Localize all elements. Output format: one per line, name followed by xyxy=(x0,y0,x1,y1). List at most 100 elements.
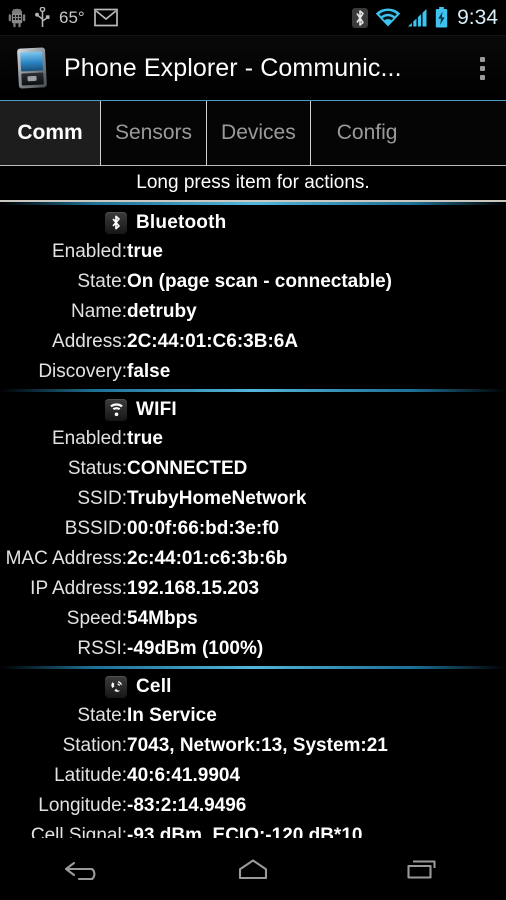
bluetooth-icon xyxy=(105,211,127,234)
wifi-signal-icon xyxy=(375,7,401,28)
overflow-menu-button[interactable] xyxy=(468,46,496,90)
cellular-signal-icon xyxy=(408,8,428,28)
info-row: Station: 7043, Network:13, System:21 xyxy=(0,731,506,761)
info-row: Enabled: true xyxy=(0,424,506,454)
tab-bar: Comm Sensors Devices Config xyxy=(0,100,506,166)
back-button[interactable] xyxy=(34,838,134,900)
row-value: true xyxy=(127,241,163,262)
row-value: In Service xyxy=(127,705,217,726)
back-arrow-icon xyxy=(65,861,96,881)
row-value: 2C:44:01:C6:3B:6A xyxy=(127,331,299,352)
row-label: RSSI: xyxy=(77,638,127,659)
status-bar-clock: 9:34 xyxy=(457,5,498,29)
row-value: 40:6:41.9904 xyxy=(127,765,241,786)
home-button[interactable] xyxy=(203,838,303,900)
long-press-hint: Long press item for actions. xyxy=(0,166,506,202)
overflow-dot xyxy=(479,65,485,71)
row-value: 7043, Network:13, System:21 xyxy=(127,735,388,756)
row-value: detruby xyxy=(127,301,197,322)
info-row: Discovery: false xyxy=(0,357,506,387)
recent-apps-icon xyxy=(407,860,436,879)
section-bluetooth[interactable]: Bluetooth Enabled: true State: On (page … xyxy=(0,202,506,389)
row-value: true xyxy=(127,428,163,449)
info-row: State: On (page scan - connectable) xyxy=(0,267,506,297)
row-label: State: xyxy=(77,271,127,292)
info-row: State: In Service xyxy=(0,701,506,731)
page-title: Phone Explorer - Communic... xyxy=(64,53,402,82)
system-navigation-bar xyxy=(0,838,506,900)
android-robot-icon xyxy=(8,8,26,28)
section-wifi[interactable]: WIFI Enabled: true Status: CONNECTED SSI… xyxy=(0,389,506,666)
app-action-bar: Phone Explorer - Communic... xyxy=(0,36,506,100)
row-label: Discovery: xyxy=(38,361,127,382)
gmail-icon xyxy=(93,8,118,27)
section-divider xyxy=(0,202,506,205)
row-value: -49dBm (100%) xyxy=(127,638,264,659)
wifi-icon xyxy=(105,398,127,421)
row-label: SSID: xyxy=(77,488,127,509)
battery-charging-icon xyxy=(435,7,448,28)
row-label: Station: xyxy=(62,735,127,756)
tab-sensors[interactable]: Sensors xyxy=(101,101,208,165)
row-label: Address: xyxy=(52,331,127,352)
tab-label: Devices xyxy=(221,121,296,144)
info-row: Address: 2C:44:01:C6:3B:6A xyxy=(0,327,506,357)
recents-button[interactable] xyxy=(372,838,472,900)
row-value: false xyxy=(127,361,171,382)
tab-devices[interactable]: Devices xyxy=(207,101,311,165)
info-row: Speed: 54Mbps xyxy=(0,604,506,634)
row-label: IP Address: xyxy=(30,578,127,599)
row-value: -83:2:14.9496 xyxy=(127,795,247,816)
row-value: CONNECTED xyxy=(127,458,248,479)
status-bar-right: 9:34 xyxy=(352,6,498,30)
section-divider xyxy=(0,389,506,392)
home-icon xyxy=(238,859,268,880)
row-value: 192.168.15.203 xyxy=(127,578,260,599)
temperature-indicator: 65° xyxy=(59,7,85,27)
row-value: 2c:44:01:c6:3b:6b xyxy=(127,548,288,569)
row-label: Status: xyxy=(67,458,127,479)
row-label: Name: xyxy=(71,301,127,322)
usb-icon xyxy=(35,7,50,28)
row-value: TrubyHomeNetwork xyxy=(127,488,307,509)
row-label: Longitude: xyxy=(38,795,127,816)
comm-info-list: Bluetooth Enabled: true State: On (page … xyxy=(0,202,506,900)
bluetooth-icon xyxy=(352,7,369,29)
tab-comm[interactable]: Comm xyxy=(0,101,101,165)
row-label: Speed: xyxy=(66,608,127,629)
info-row: RSSI: -49dBm (100%) xyxy=(0,634,506,664)
row-label: MAC Address: xyxy=(5,548,127,569)
row-label: Latitude: xyxy=(54,765,127,786)
tab-label: Config xyxy=(336,121,398,144)
info-row: Status: CONNECTED xyxy=(0,454,506,484)
info-row: Latitude: 40:6:41.9904 xyxy=(0,761,506,791)
info-row: Name: detruby xyxy=(0,297,506,327)
section-title: WIFI xyxy=(136,398,177,420)
cell-signal-icon xyxy=(105,675,127,698)
section-divider xyxy=(0,666,506,669)
tab-config[interactable]: Config xyxy=(310,101,506,165)
info-row: MAC Address: 2c:44:01:c6:3b:6b xyxy=(0,544,506,574)
phone-explorer-icon xyxy=(13,45,51,91)
info-row: SSID: TrubyHomeNetwork xyxy=(0,484,506,514)
info-row: Enabled: true xyxy=(0,237,506,267)
row-label: BSSID: xyxy=(64,518,127,539)
overflow-dot xyxy=(479,74,485,80)
row-value: 00:0f:66:bd:3e:f0 xyxy=(127,518,280,539)
row-label: Enabled: xyxy=(51,241,127,262)
row-label: Enabled: xyxy=(51,428,127,449)
tab-label: Sensors xyxy=(115,121,193,144)
overflow-dot xyxy=(479,56,485,62)
android-screen: 65° 9:34 Phone Explorer - Communic... Co… xyxy=(0,0,506,900)
status-bar-left: 65° xyxy=(8,7,118,28)
section-header: WIFI xyxy=(0,395,506,424)
row-value: On (page scan - connectable) xyxy=(127,271,392,292)
section-title: Cell xyxy=(136,675,172,697)
info-row: Longitude: -83:2:14.9496 xyxy=(0,791,506,821)
section-header: Cell xyxy=(0,672,506,701)
tab-label: Comm xyxy=(17,121,83,144)
info-row: IP Address: 192.168.15.203 xyxy=(0,574,506,604)
row-label: State: xyxy=(77,705,127,726)
row-value: 54Mbps xyxy=(127,608,198,629)
info-row: BSSID: 00:0f:66:bd:3e:f0 xyxy=(0,514,506,544)
